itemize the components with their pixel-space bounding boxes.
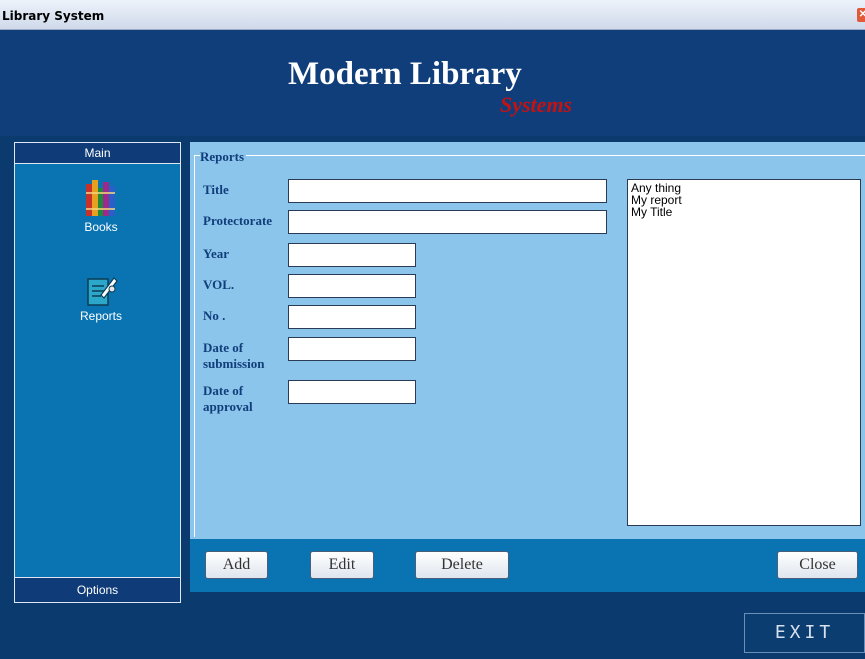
date-of-submission-label-line1: Date of <box>203 340 244 355</box>
reports-panel: Reports Title Protectorate Year VOL. No … <box>190 142 865 592</box>
no-field[interactable] <box>288 305 416 329</box>
sidebar-header-main[interactable]: Main <box>15 143 180 164</box>
sidebar-item-reports[interactable]: Reports <box>61 273 141 323</box>
protectorate-label: Protectorate <box>203 213 273 228</box>
reports-listbox[interactable]: Any thing My report My Title <box>627 179 861 526</box>
date-of-submission-field[interactable] <box>288 337 416 361</box>
books-icon <box>86 180 115 216</box>
sidebar-item-label: Books <box>84 220 118 234</box>
close-button[interactable]: Close <box>777 551 858 579</box>
no-label: No . <box>203 308 226 323</box>
protectorate-field[interactable] <box>288 210 607 234</box>
year-label: Year <box>203 246 229 261</box>
sidebar-item-label: Reports <box>79 309 123 323</box>
exit-button[interactable]: EXIT <box>744 613 865 653</box>
title-field[interactable] <box>288 179 607 203</box>
date-of-approval-field[interactable] <box>288 380 416 404</box>
window-title: Library System <box>2 9 105 23</box>
title-bar: Library System ✕ <box>0 0 865 30</box>
add-button[interactable]: Add <box>205 551 268 579</box>
app-banner: Modern Library Systems <box>0 30 865 136</box>
delete-button[interactable]: Delete <box>415 551 509 579</box>
title-label: Title <box>203 182 229 197</box>
banner-subtitle: Systems <box>500 92 573 117</box>
vol-label: VOL. <box>203 277 235 292</box>
list-item[interactable]: My Title <box>631 206 857 218</box>
groupbox-border <box>194 155 865 156</box>
sidebar-item-books[interactable]: Books <box>61 178 141 234</box>
date-of-approval-label: Date of approval <box>203 383 253 415</box>
reports-icon <box>87 277 118 306</box>
year-field[interactable] <box>288 243 416 267</box>
date-of-approval-label-line2: approval <box>203 399 253 414</box>
date-of-submission-label: Date of submission <box>203 340 264 372</box>
edit-button[interactable]: Edit <box>310 551 374 579</box>
vol-field[interactable] <box>288 274 416 298</box>
close-icon[interactable]: ✕ <box>857 8 865 22</box>
banner-title: Modern Library <box>288 56 522 92</box>
groupbox-border-left <box>194 155 195 537</box>
sidebar: Main Books Reports Options <box>14 142 181 603</box>
date-of-submission-label-line2: submission <box>203 356 265 371</box>
date-of-approval-label-line1: Date of <box>203 383 244 398</box>
reports-groupbox-title: Reports <box>200 149 247 165</box>
sidebar-footer-options[interactable]: Options <box>15 577 180 602</box>
button-bar: Add Edit Delete Close <box>190 539 865 592</box>
